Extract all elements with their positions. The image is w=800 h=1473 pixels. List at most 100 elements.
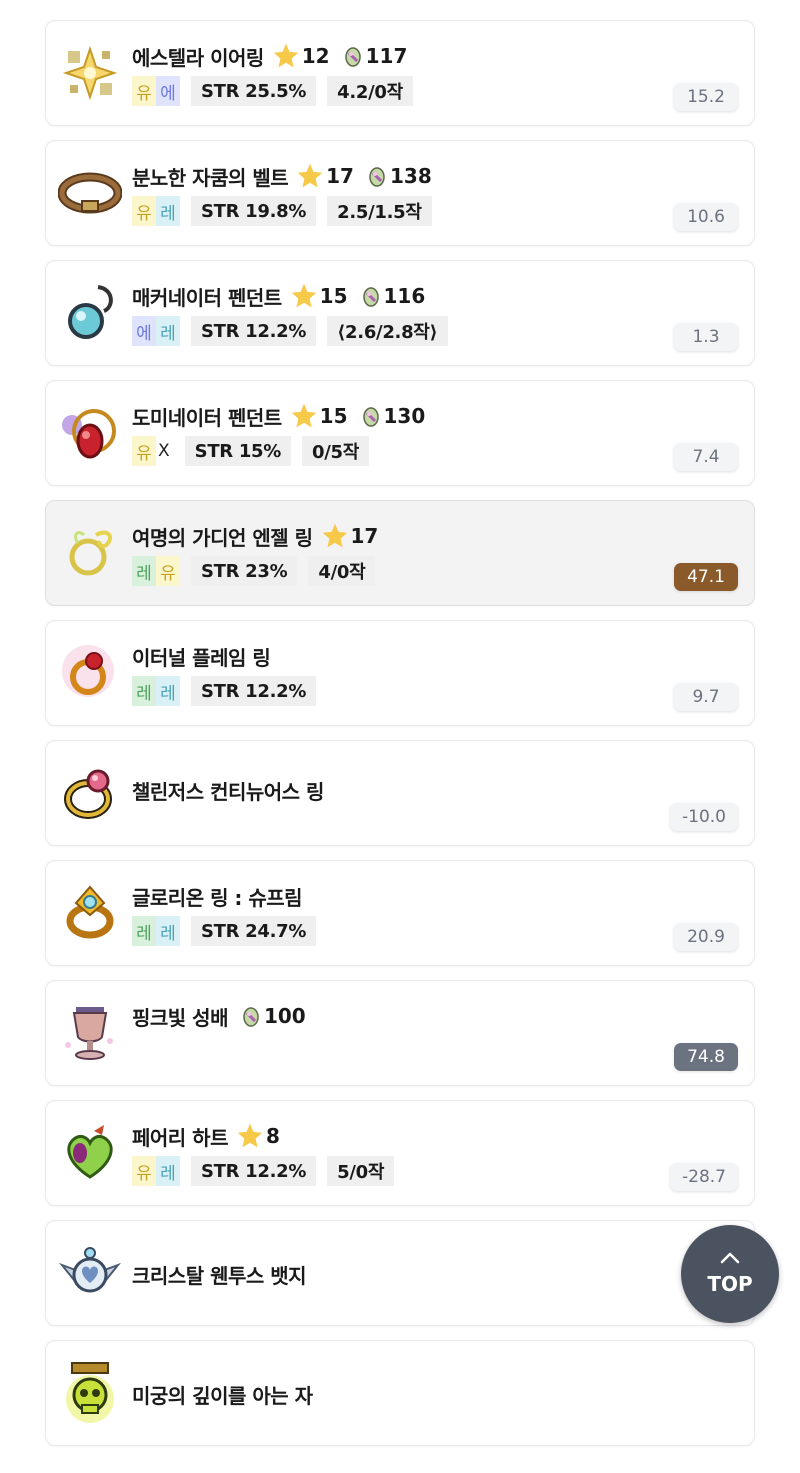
- potential-grade: 레레: [132, 916, 180, 946]
- potential-main: 유: [132, 436, 156, 466]
- star-icon: [290, 282, 318, 310]
- item-name: 챌린저스 컨티뉴어스 링: [132, 779, 324, 804]
- equipment-card[interactable]: 핑크빛 성배 100 74.8: [45, 980, 755, 1086]
- scroll-top-button[interactable]: TOP: [681, 1225, 779, 1323]
- item-name: 핑크빛 성배: [132, 1005, 228, 1030]
- item-name: 매커네이터 펜던트: [132, 285, 282, 310]
- star-count: 12: [301, 44, 330, 68]
- score-badge: 7.4: [674, 443, 738, 471]
- star-count: 15: [319, 404, 348, 428]
- earring-icon: [58, 41, 122, 105]
- score-badge: 20.9: [674, 923, 738, 951]
- potential-grade: 유X: [132, 436, 174, 466]
- ring-angel-icon: [58, 521, 122, 585]
- ring-gold-icon: [58, 761, 122, 825]
- item-name: 분노한 자쿰의 벨트: [132, 165, 289, 190]
- potential-grade: 레레: [132, 676, 180, 706]
- equipment-card[interactable]: 매커네이터 펜던트 15 116 에레 STR 12.2% ⟨2.6/2.8작⟩…: [45, 260, 755, 366]
- scroll-gem-icon: [342, 44, 364, 68]
- equipment-card[interactable]: 미궁의 깊이를 아는 자: [45, 1340, 755, 1446]
- potential-main: 레: [132, 556, 156, 586]
- equipment-card[interactable]: 페어리 하트 8 유레 STR 12.2% 5/0작 -28.7: [45, 1100, 755, 1206]
- star-icon: [296, 162, 324, 190]
- chalice-icon: [58, 1001, 122, 1065]
- star-count: 17: [326, 164, 354, 188]
- score-badge: 15.2: [674, 83, 738, 111]
- potential-main: 유: [132, 1156, 156, 1186]
- score-badge: -10.0: [670, 803, 738, 831]
- potential-main: 레: [132, 916, 156, 946]
- scroll-count: 100: [263, 1004, 306, 1028]
- potential-grade: 레유: [132, 556, 180, 586]
- stat-chip: STR 23%: [191, 556, 298, 586]
- equipment-card[interactable]: 이터널 플레임 링 레레 STR 12.2% 9.7: [45, 620, 755, 726]
- belt-icon: [58, 161, 122, 225]
- ring-flame-icon: [58, 641, 122, 705]
- star-icon: [272, 42, 300, 70]
- stat-chip: STR 19.8%: [191, 196, 317, 226]
- ring-glorion-icon: [58, 881, 122, 945]
- scroll-count: 138: [389, 164, 432, 188]
- equipment-card[interactable]: 분노한 자쿰의 벨트 17 138 유레 STR 19.8% 2.5/1.5작 …: [45, 140, 755, 246]
- equipment-card[interactable]: 도미네이터 펜던트 15 130 유X STR 15% 0/5작 7.4: [45, 380, 755, 486]
- star-count: 17: [350, 524, 379, 548]
- potential-main: 에: [132, 316, 156, 346]
- scroll-count: 130: [383, 404, 426, 428]
- potential-additional: 에: [156, 76, 180, 106]
- chevron-up-icon: [720, 1252, 740, 1264]
- item-name: 페어리 하트: [132, 1125, 228, 1150]
- potential-grade: 유레: [132, 1156, 180, 1186]
- potential-additional: 레: [156, 196, 180, 226]
- scroll-count: 117: [365, 44, 408, 68]
- potential-additional: X: [158, 441, 170, 461]
- heart-icon: [58, 1121, 122, 1185]
- potential-additional: 레: [156, 316, 180, 346]
- upgrade-chip: 2.5/1.5작: [327, 196, 432, 226]
- potential-main: 유: [132, 76, 156, 106]
- scroll-gem-icon: [366, 164, 388, 188]
- stat-chip: STR 15%: [184, 436, 292, 466]
- pendant-red-icon: [58, 401, 122, 465]
- score-badge: 10.6: [674, 203, 738, 231]
- equipment-list: 에스텔라 이어링 12 117 유에 STR 25.5% 4.2/0작 15.2…: [45, 20, 755, 1460]
- item-name: 여명의 가디언 엔젤 링: [132, 525, 313, 550]
- item-name: 도미네이터 펜던트: [132, 405, 282, 430]
- item-name: 크리스탈 웬투스 뱃지: [132, 1263, 307, 1288]
- equipment-card[interactable]: 챌린저스 컨티뉴어스 링 -10.0: [45, 740, 755, 846]
- badge-icon: [58, 1241, 122, 1305]
- item-name: 글로리온 링 : 슈프림: [132, 885, 303, 910]
- score-badge: 74.8: [674, 1043, 738, 1071]
- potential-grade: 유에: [132, 76, 180, 106]
- potential-additional: 레: [156, 676, 180, 706]
- item-name: 에스텔라 이어링: [132, 45, 264, 70]
- potential-main: 레: [132, 676, 156, 706]
- equipment-card[interactable]: 에스텔라 이어링 12 117 유에 STR 25.5% 4.2/0작 15.2: [45, 20, 755, 126]
- equipment-card-selected[interactable]: 여명의 가디언 엔젤 링 17 레유 STR 23% 4/0작 47.1: [45, 500, 755, 606]
- item-name: 이터널 플레임 링: [132, 645, 271, 670]
- item-name: 미궁의 깊이를 아는 자: [132, 1383, 313, 1408]
- potential-main: 유: [132, 196, 156, 226]
- score-badge: -28.7: [670, 1163, 738, 1191]
- potential-grade: 에레: [132, 316, 180, 346]
- potential-grade: 유레: [132, 196, 180, 226]
- star-icon: [236, 1122, 264, 1150]
- scroll-count: 116: [383, 284, 426, 308]
- scroll-gem-icon: [360, 284, 382, 308]
- top-button-label: TOP: [707, 1272, 753, 1296]
- score-badge: 1.3: [674, 323, 738, 351]
- upgrade-chip: 4/0작: [308, 556, 376, 586]
- equipment-card[interactable]: 크리스탈 웬투스 뱃지: [45, 1220, 755, 1326]
- equipment-card[interactable]: 글로리온 링 : 슈프림 레레 STR 24.7% 20.9: [45, 860, 755, 966]
- upgrade-chip: 5/0작: [327, 1156, 395, 1186]
- score-badge: 9.7: [674, 683, 738, 711]
- star-count: 15: [319, 284, 348, 308]
- stat-chip: STR 12.2%: [191, 676, 317, 706]
- potential-additional: 유: [156, 556, 180, 586]
- star-icon: [321, 522, 349, 550]
- stat-chip: STR 25.5%: [191, 76, 317, 106]
- stat-chip: STR 24.7%: [191, 916, 317, 946]
- upgrade-chip: ⟨2.6/2.8작⟩: [327, 316, 448, 346]
- upgrade-chip: 0/5작: [302, 436, 369, 466]
- stat-chip: STR 12.2%: [191, 1156, 317, 1186]
- pendant-blue-icon: [58, 281, 122, 345]
